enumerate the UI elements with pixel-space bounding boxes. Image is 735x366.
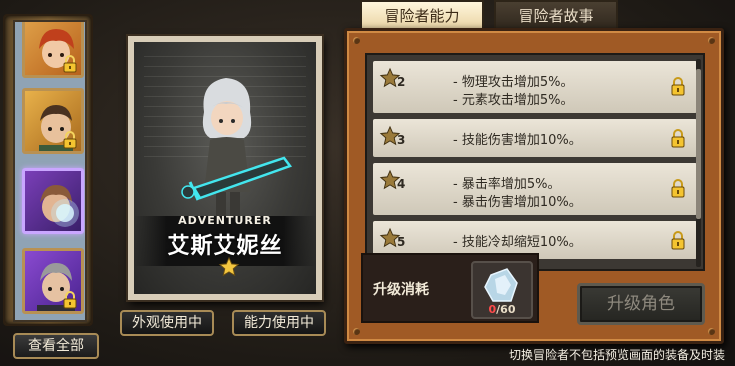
ability-effect: - 物理攻击增加5%。 <box>453 75 574 90</box>
ability-effect: - 技能冷却缩短10%。 <box>453 235 582 250</box>
lock-icon <box>63 55 77 73</box>
star-level: 5 <box>397 235 406 249</box>
ability-row: 2 - 物理攻击增加5%。 - 元素攻击增加5%。 <box>373 61 697 113</box>
ability-effect: - 技能伤害增加10%。 <box>453 133 582 148</box>
star-level: 2 <box>397 75 406 89</box>
star-icon <box>218 256 240 277</box>
upgrade-cost-label: 升级消耗 <box>373 282 429 298</box>
ability-row: 3 - 技能伤害增加10%。 <box>373 119 697 157</box>
character-list[interactable] <box>13 20 87 322</box>
ability-in-use-button[interactable]: 能力使用中 <box>232 310 326 336</box>
character-face-icon <box>40 185 79 227</box>
lock-icon <box>671 179 685 198</box>
character-portrait-2[interactable] <box>22 88 84 154</box>
tab-adventurer-ability[interactable]: 冒险者能力 <box>360 0 484 30</box>
ability-panel: 2 - 物理攻击增加5%。 - 元素攻击增加5%。 3 - 技能伤害增加10%。 <box>344 28 724 344</box>
character-portrait-1[interactable] <box>22 22 84 78</box>
character-portrait-4[interactable] <box>22 248 84 314</box>
material-count: 0/60 <box>488 303 516 316</box>
ability-effect: - 暴击率增加5%。 <box>453 177 561 192</box>
character-portrait-3[interactable] <box>22 168 84 234</box>
card-art: ADVENTURER 艾斯艾妮丝 <box>134 42 316 294</box>
lock-icon <box>63 291 77 309</box>
view-all-button[interactable]: 查看全部 <box>13 333 99 359</box>
footer-note: 切换冒险者不包括预览画面的装备及时装 <box>508 348 725 362</box>
lock-icon <box>671 77 685 96</box>
lock-icon <box>671 231 685 250</box>
class-label: ADVENTURER <box>178 214 272 227</box>
ability-scroll-thumb[interactable] <box>696 69 701 219</box>
appearance-in-use-button[interactable]: 外观使用中 <box>120 310 214 336</box>
upgrade-cost-box: 升级消耗 0/60 <box>361 253 539 323</box>
upgrade-material-slot[interactable]: 0/60 <box>471 261 533 319</box>
character-illustration <box>181 78 293 216</box>
character-card: ADVENTURER 艾斯艾妮丝 <box>128 36 322 300</box>
ability-effect: - 元素攻击增加5%。 <box>453 93 574 108</box>
ability-row: 4 - 暴击率增加5%。 - 暴击伤害增加10%。 <box>373 163 697 215</box>
star-level: 4 <box>397 177 406 191</box>
star-level: 3 <box>397 133 406 147</box>
tab-adventurer-story[interactable]: 冒险者故事 <box>494 0 618 30</box>
lock-icon <box>63 131 77 149</box>
ability-list[interactable]: 2 - 物理攻击增加5%。 - 元素攻击增加5%。 3 - 技能伤害增加10%。 <box>365 53 705 271</box>
lock-icon <box>671 129 685 148</box>
character-rail <box>3 14 93 326</box>
ability-effect: - 暴击伤害增加10%。 <box>453 195 582 210</box>
upgrade-character-button[interactable]: 升级角色 <box>577 283 705 325</box>
